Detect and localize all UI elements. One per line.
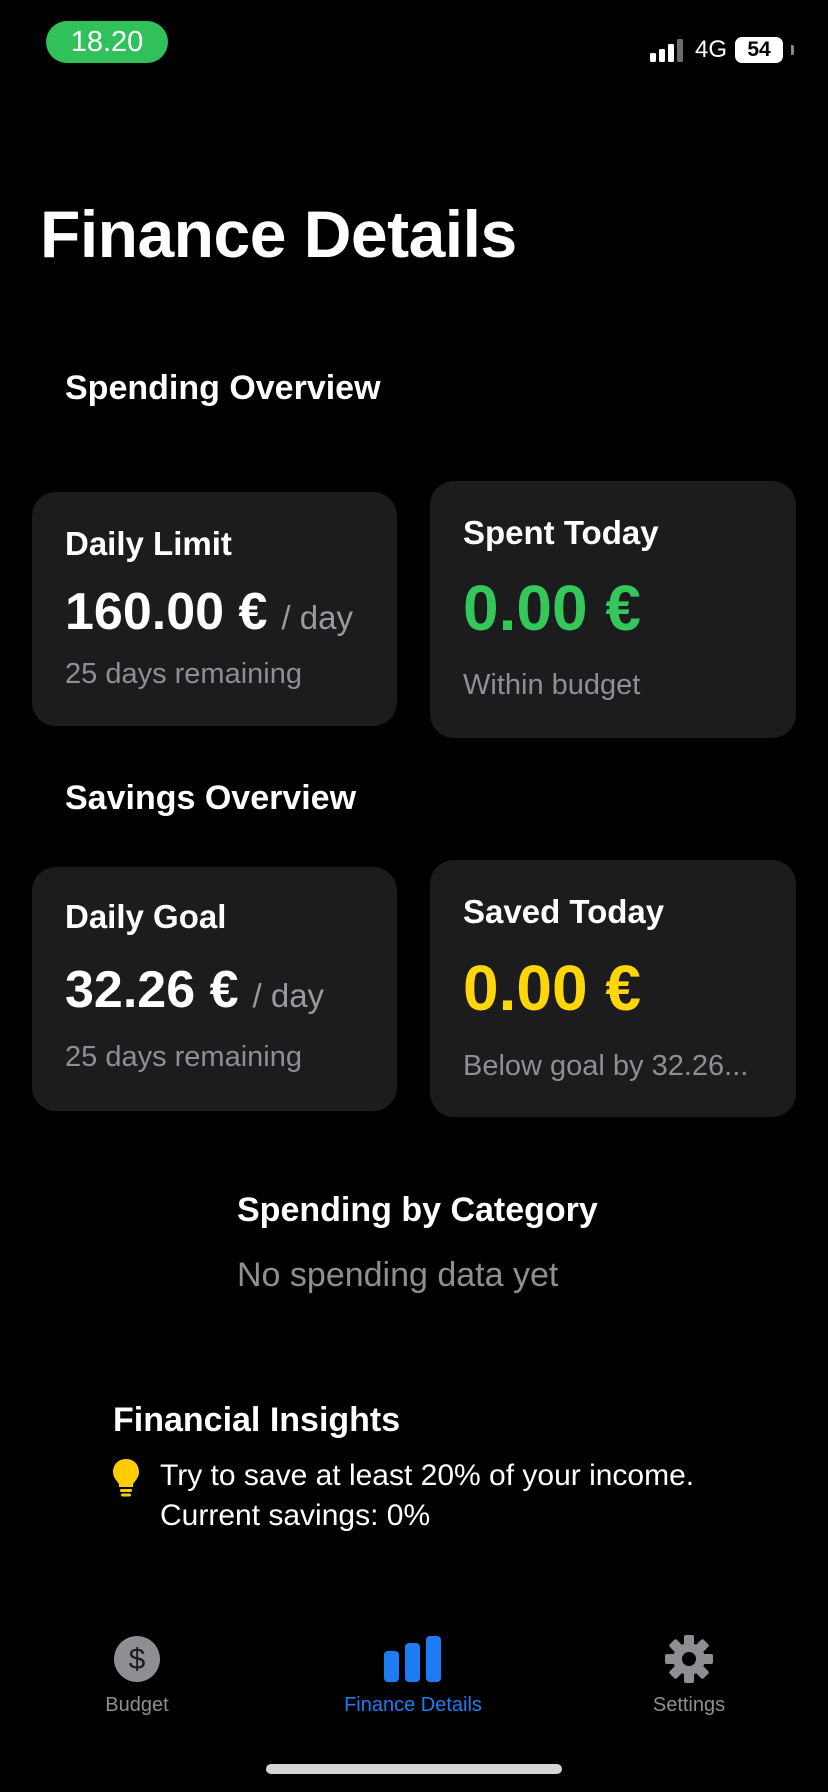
saved-today-value: 0.00 € — [463, 952, 641, 1024]
daily-goal-remaining: 25 days remaining — [65, 1041, 302, 1073]
daily-goal-unit: / day — [252, 977, 325, 1014]
savings-overview-title: Savings Overview — [65, 779, 357, 817]
battery-tip — [791, 45, 794, 55]
saved-today-status: Below goal by 32.26... — [463, 1050, 749, 1082]
daily-goal-card[interactable]: Daily Goal 32.26 € / day 25 days remainin… — [32, 867, 397, 1111]
insight-line-2: Current savings: 0% — [160, 1499, 431, 1532]
status-indicators: 4G 54 — [649, 36, 794, 64]
status-time: 18.20 — [46, 21, 168, 63]
spending-by-category-title: Spending by Category — [237, 1191, 598, 1229]
daily-limit-remaining: 25 days remaining — [65, 658, 302, 690]
insight-line-1: Try to save at least 20% of your income. — [160, 1459, 695, 1492]
daily-limit-amount: 160.00 € — [65, 583, 268, 641]
spent-today-status: Within budget — [463, 669, 641, 701]
home-indicator[interactable] — [266, 1764, 562, 1774]
tab-budget[interactable]: $ Budget — [27, 1634, 247, 1718]
spent-today-value: 0.00 € — [463, 572, 641, 644]
finance-details-screen: 18.20 4G 54 Finance Details Spending Ove… — [0, 0, 828, 1792]
spent-today-card[interactable]: Spent Today 0.00 € Within budget — [430, 481, 796, 738]
daily-limit-value: 160.00 € / day — [65, 582, 353, 655]
saved-today-label: Saved Today — [463, 893, 665, 930]
daily-limit-label: Daily Limit — [65, 525, 232, 562]
gear-icon — [665, 1635, 713, 1683]
tab-finance-details[interactable]: Finance Details — [303, 1634, 523, 1718]
spent-today-label: Spent Today — [463, 514, 659, 551]
bar-chart-icon — [384, 1636, 441, 1682]
financial-insights-title: Financial Insights — [113, 1401, 401, 1439]
spending-overview-title: Spending Overview — [65, 369, 381, 407]
dollar-circle-icon: $ — [114, 1636, 160, 1682]
saved-today-card[interactable]: Saved Today 0.00 € Below goal by 32.26..… — [430, 860, 796, 1117]
tab-budget-label: Budget — [105, 1694, 169, 1716]
network-type: 4G — [694, 36, 727, 63]
page-title: Finance Details — [40, 197, 517, 271]
svg-text:$: $ — [129, 1643, 146, 1676]
daily-goal-amount: 32.26 € — [65, 961, 239, 1019]
signal-strength-icon — [649, 38, 683, 62]
tab-finance-details-label: Finance Details — [344, 1694, 482, 1716]
financial-insight-text: Try to save at least 20% of your income.… — [160, 1456, 694, 1536]
daily-limit-unit: / day — [281, 599, 353, 636]
tab-settings[interactable]: Settings — [579, 1634, 799, 1718]
tab-settings-label: Settings — [652, 1694, 726, 1716]
lightbulb-icon — [113, 1459, 139, 1497]
daily-goal-label: Daily Goal — [65, 898, 227, 935]
battery-icon: 54 — [735, 37, 783, 63]
daily-goal-value: 32.26 € / day — [65, 960, 324, 1033]
spending-by-category-empty: No spending data yet — [237, 1256, 559, 1294]
daily-limit-card[interactable]: Daily Limit 160.00 € / day 25 days remain… — [32, 492, 397, 726]
